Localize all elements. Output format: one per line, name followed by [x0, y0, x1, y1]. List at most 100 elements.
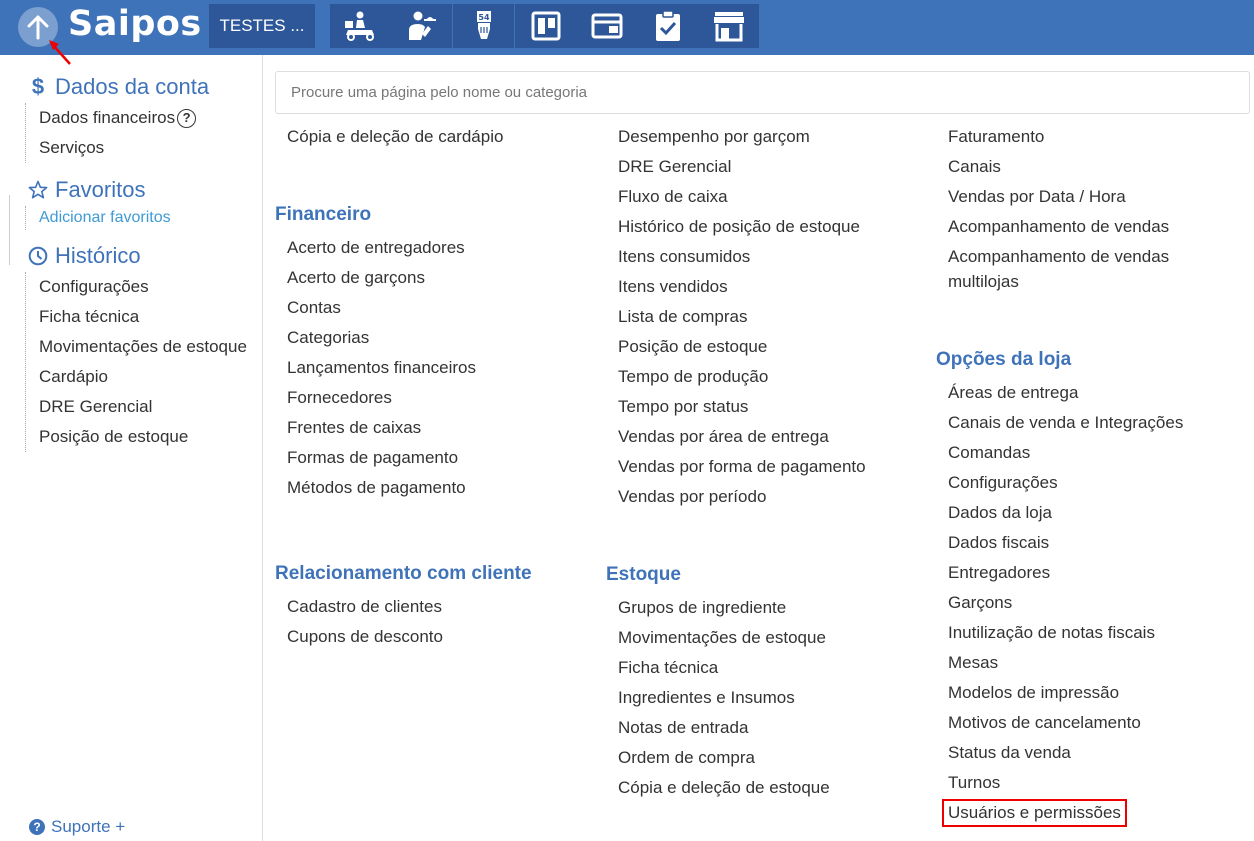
account-title-label: Dados da conta	[55, 74, 210, 99]
menu-link[interactable]: Cadastro de clientes	[287, 592, 532, 622]
sidebar-item-services[interactable]: Serviços	[26, 133, 196, 163]
menu-link[interactable]: Fluxo de caixa	[618, 182, 866, 212]
sidebar-item-history[interactable]: Configurações	[26, 272, 247, 302]
menu-link[interactable]: Categorias	[287, 323, 476, 353]
history-list: Configurações Ficha técnica Movimentaçõe…	[25, 272, 247, 452]
menu-link[interactable]: Ficha técnica	[618, 653, 830, 683]
opcoes-loja-group: Opções da loja Áreas de entrega Canais d…	[936, 342, 1183, 828]
menu-link[interactable]: Acompanhamento de vendas multilojas	[948, 242, 1208, 296]
top-bar: Saipos TESTES ... 54	[0, 0, 1254, 55]
menu-column-2: Desempenho por garçom DRE Gerencial Flux…	[606, 122, 866, 512]
menu-link[interactable]: Acerto de entregadores	[287, 233, 476, 263]
menu-column-3: Faturamento Canais Vendas por Data / Hor…	[936, 122, 1208, 296]
favorites-section-title[interactable]: Favoritos	[27, 177, 145, 203]
menu-link[interactable]: Turnos	[948, 768, 1183, 798]
menu-link[interactable]: Mesas	[948, 648, 1183, 678]
menu-link[interactable]: Cópia e deleção de cardápio	[287, 122, 503, 152]
menu-link[interactable]: Ingredientes e Insumos	[618, 683, 830, 713]
menu-link[interactable]: Dados da loja	[948, 498, 1183, 528]
menu-link[interactable]: Lista de compras	[618, 302, 866, 332]
menu-link[interactable]: Garçons	[948, 588, 1183, 618]
menu-link[interactable]: Dados fiscais	[948, 528, 1183, 558]
menu-link[interactable]: Ordem de compra	[618, 743, 830, 773]
menu-link[interactable]: Canais	[948, 152, 1208, 182]
menu-link[interactable]: Métodos de pagamento	[287, 473, 476, 503]
menu-link[interactable]: Faturamento	[948, 122, 1208, 152]
delivery-icon	[344, 11, 374, 41]
sidebar-item-history[interactable]: Movimentações de estoque	[26, 332, 247, 362]
sidebar-item-financial-data[interactable]: Dados financeiros?	[26, 103, 197, 133]
menu-link[interactable]: Grupos de ingrediente	[618, 593, 830, 623]
menu-link[interactable]: Movimentações de estoque	[618, 623, 830, 653]
menu-link[interactable]: Histórico de posição de estoque	[618, 212, 866, 242]
menu-link[interactable]: Acompanhamento de vendas	[948, 212, 1208, 242]
store-selector-button[interactable]: TESTES ...	[209, 4, 315, 48]
menu-link[interactable]: Canais de venda e Integrações	[948, 408, 1183, 438]
menu-link[interactable]: Vendas por período	[618, 482, 866, 512]
display-icon	[591, 13, 622, 39]
checklist-button[interactable]	[637, 4, 698, 48]
menu-link[interactable]: DRE Gerencial	[618, 152, 866, 182]
sidebar-item-history[interactable]: Ficha técnica	[26, 302, 247, 332]
menu-link[interactable]: Vendas por área de entrega	[618, 422, 866, 452]
gutter-line	[9, 195, 10, 265]
support-link[interactable]: ? Suporte +	[29, 817, 125, 837]
add-favorites-link[interactable]: Adicionar favoritos	[26, 206, 171, 230]
financeiro-list: Acerto de entregadores Acerto de garçons…	[275, 233, 476, 503]
highlighted-link-label[interactable]: Usuários e permissões	[942, 799, 1127, 827]
account-list: Dados financeiros? Serviços	[25, 103, 197, 163]
menu-link[interactable]: Frentes de caixas	[287, 413, 476, 443]
page-search-input[interactable]	[275, 71, 1250, 114]
menu-link[interactable]: Inutilização de notas fiscais	[948, 618, 1183, 648]
menu-link[interactable]: Tempo por status	[618, 392, 866, 422]
table-number-icon: 54	[476, 11, 491, 39]
sidebar-item-history[interactable]: Cardápio	[26, 362, 247, 392]
menu-link[interactable]: Entregadores	[948, 558, 1183, 588]
menu-link[interactable]: Comandas	[948, 438, 1183, 468]
menu-link[interactable]: Formas de pagamento	[287, 443, 476, 473]
sidebar-item-history[interactable]: Posição de estoque	[26, 422, 247, 452]
menu-link[interactable]: Posição de estoque	[618, 332, 866, 362]
waiter-button[interactable]	[391, 4, 452, 48]
menu-link[interactable]: Cupons de desconto	[287, 622, 532, 652]
menu-link[interactable]: Vendas por Data / Hora	[948, 182, 1208, 212]
board-icon	[531, 11, 560, 41]
account-section-title[interactable]: $ Dados da conta	[27, 74, 209, 100]
menu-link[interactable]: Itens vendidos	[618, 272, 866, 302]
menu-link[interactable]: Desempenho por garçom	[618, 122, 866, 152]
history-section-title[interactable]: Histórico	[27, 243, 141, 269]
menu-link[interactable]: Configurações	[948, 468, 1183, 498]
sidebar: $ Dados da conta Dados financeiros? Serv…	[15, 55, 263, 841]
store-button[interactable]	[698, 4, 759, 48]
menu-link[interactable]: Cópia e deleção de estoque	[618, 773, 830, 803]
menu-link[interactable]: Acerto de garçons	[287, 263, 476, 293]
display-button[interactable]	[576, 4, 637, 48]
menu-link[interactable]: Vendas por forma de pagamento	[618, 452, 866, 482]
menu-link[interactable]: Lançamentos financeiros	[287, 353, 476, 383]
menu-link[interactable]: Áreas de entrega	[948, 378, 1183, 408]
menu-link[interactable]: Itens consumidos	[618, 242, 866, 272]
menu-link[interactable]: Motivos de cancelamento	[948, 708, 1183, 738]
group-title: Relacionamento com cliente	[275, 563, 532, 584]
board-button[interactable]	[515, 4, 576, 48]
favorites-list: Adicionar favoritos	[25, 206, 171, 230]
question-circle-icon: ?	[29, 819, 45, 835]
relacionamento-group: Relacionamento com cliente Cadastro de c…	[275, 556, 532, 652]
menu-link[interactable]: Tempo de produção	[618, 362, 866, 392]
delivery-button[interactable]	[330, 4, 391, 48]
opcoes-loja-list: Áreas de entrega Canais de venda e Integ…	[936, 378, 1183, 828]
menu-link[interactable]: Notas de entrada	[618, 713, 830, 743]
menu-link[interactable]: Contas	[287, 293, 476, 323]
users-permissions-link[interactable]: Usuários e permissões	[942, 798, 1183, 828]
help-icon[interactable]: ?	[177, 109, 197, 129]
menu-link[interactable]: Fornecedores	[287, 383, 476, 413]
table-number-button[interactable]: 54	[453, 4, 514, 48]
relacionamento-list: Cadastro de clientes Cupons de desconto	[275, 592, 532, 652]
favorites-title-label: Favoritos	[55, 177, 146, 202]
sidebar-item-history[interactable]: DRE Gerencial	[26, 392, 247, 422]
menu-link[interactable]: Status da venda	[948, 738, 1183, 768]
waiter-icon	[408, 11, 436, 40]
menu-link[interactable]: Modelos de impressão	[948, 678, 1183, 708]
saipos-logo[interactable]: Saipos	[68, 4, 202, 44]
financeiro-group: Financeiro Acerto de entregadores Acerto…	[275, 197, 476, 503]
